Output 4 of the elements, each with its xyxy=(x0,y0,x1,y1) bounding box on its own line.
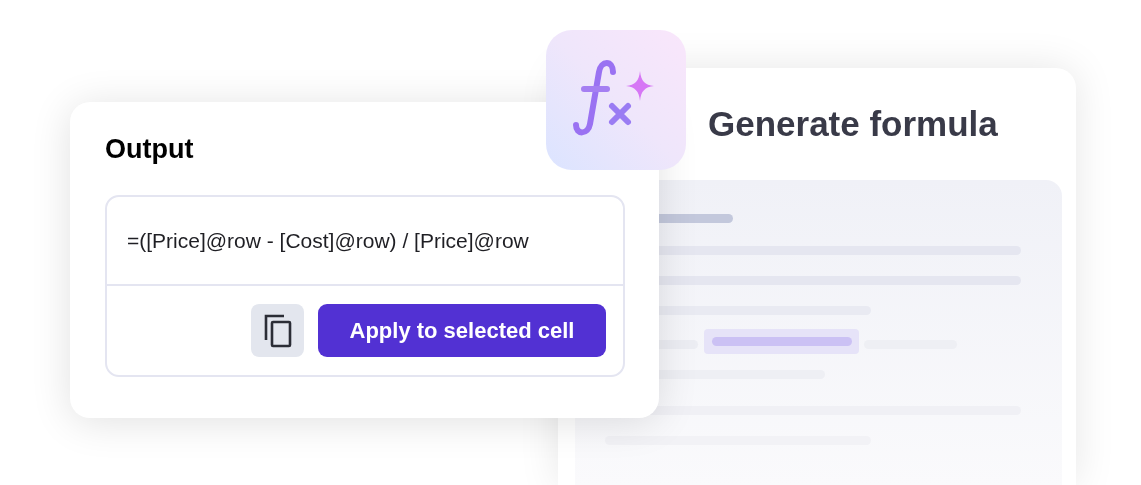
output-title: Output xyxy=(105,136,195,163)
formula-text: =([Price]@row - [Cost]@row) / [Price]@row xyxy=(127,227,529,254)
card-title: Generate formula xyxy=(708,103,998,145)
apply-button[interactable]: Apply to selected cell xyxy=(318,304,606,357)
